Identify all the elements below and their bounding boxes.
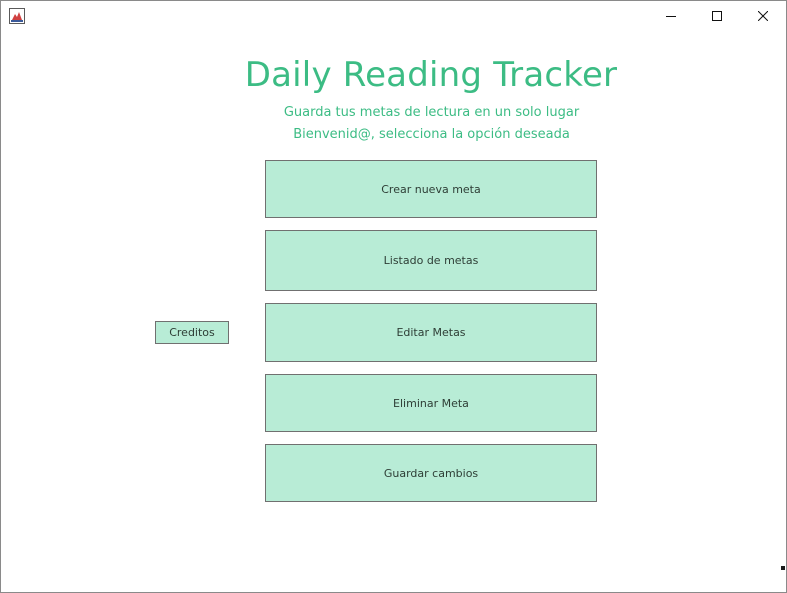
maximize-icon — [712, 11, 722, 21]
create-goal-button[interactable]: Crear nueva meta — [265, 160, 597, 218]
welcome-text: Bienvenid@, selecciona la opción deseada — [293, 127, 570, 142]
edit-goals-button[interactable]: Editar Metas — [265, 303, 597, 362]
subtitle: Guarda tus metas de lectura en un solo l… — [283, 105, 580, 120]
maximize-button[interactable] — [694, 1, 740, 31]
credits-button[interactable]: Creditos — [155, 321, 229, 344]
list-goals-button[interactable]: Listado de metas — [265, 230, 597, 291]
minimize-icon — [666, 16, 676, 17]
resize-grip[interactable] — [781, 566, 785, 570]
close-button[interactable] — [740, 1, 786, 31]
close-icon — [758, 11, 768, 21]
java-app-icon — [9, 8, 25, 24]
delete-goal-button[interactable]: Eliminar Meta — [265, 374, 597, 432]
page-title: Daily Reading Tracker — [244, 55, 618, 95]
app-window: Daily Reading Tracker Guarda tus metas d… — [0, 0, 787, 593]
minimize-button[interactable] — [648, 1, 694, 31]
title-bar[interactable] — [1, 1, 786, 31]
save-changes-button[interactable]: Guardar cambios — [265, 444, 597, 502]
